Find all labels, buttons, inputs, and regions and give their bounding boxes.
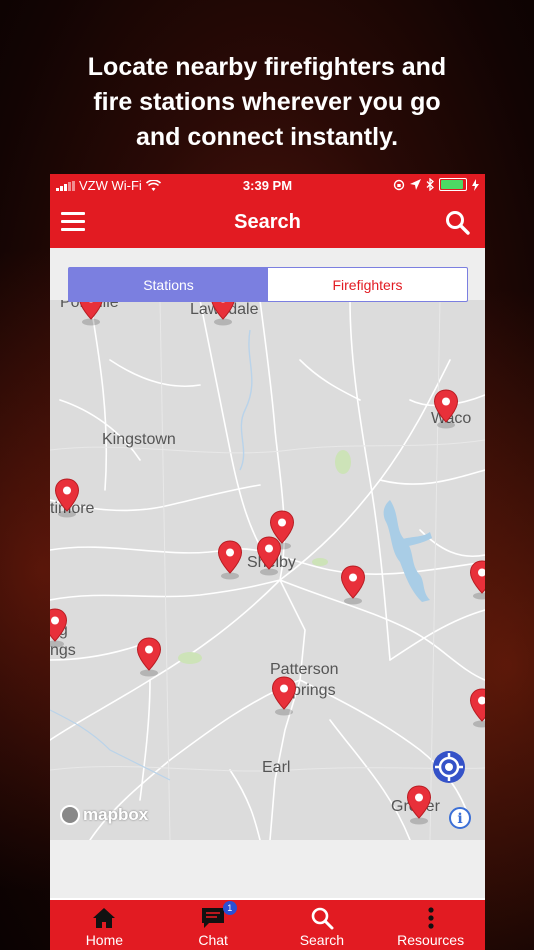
home-icon — [93, 908, 116, 928]
mapbox-logo: mapbox — [60, 805, 148, 825]
battery-icon — [439, 178, 467, 191]
station-pin[interactable] — [406, 785, 432, 825]
tab-search-label: Search — [299, 932, 345, 948]
status-bar: VZW Wi-Fi 3:39 PM — [50, 174, 485, 198]
search-button[interactable] — [443, 208, 473, 238]
station-pin[interactable] — [210, 300, 236, 326]
station-pin[interactable] — [136, 637, 162, 677]
bluetooth-icon — [426, 178, 434, 191]
station-pin[interactable] — [256, 536, 282, 576]
station-pin[interactable] — [433, 389, 459, 429]
tab-home-label: Home — [85, 932, 124, 948]
locate-me-button[interactable] — [432, 750, 466, 784]
location-arrow-icon — [410, 179, 421, 190]
tab-resources[interactable]: Resources — [376, 900, 485, 950]
station-pin[interactable] — [217, 540, 243, 580]
tab-resources-label: Resources — [397, 932, 465, 948]
phone-screen: VZW Wi-Fi 3:39 PM Search Stations Firefi… — [50, 174, 485, 950]
tab-stations[interactable]: Stations — [69, 268, 268, 301]
chat-badge: 1 — [222, 901, 237, 915]
station-pin[interactable] — [469, 688, 485, 728]
mapbox-icon — [60, 805, 80, 825]
bottom-tab-bar: Home 1 Chat Search Resources — [50, 900, 485, 950]
station-pin[interactable] — [469, 560, 485, 600]
station-pin[interactable] — [78, 300, 104, 326]
station-pin[interactable] — [271, 676, 297, 716]
promo-headline: Locate nearby firefighters and fire stat… — [87, 53, 447, 151]
charging-icon — [472, 178, 479, 191]
station-pin[interactable] — [54, 478, 80, 518]
tab-chat[interactable]: 1 Chat — [159, 900, 268, 950]
tab-chat-label: Chat — [198, 932, 228, 948]
station-pin[interactable] — [340, 565, 366, 605]
segmented-control: Stations Firefighters — [68, 267, 468, 302]
page-title: Search — [234, 211, 301, 233]
rotation-lock-icon — [393, 179, 405, 190]
tab-home[interactable]: Home — [50, 900, 159, 950]
content-area: Stations Firefighters Kingstown Waco tim… — [50, 248, 485, 898]
tab-search[interactable]: Search — [268, 900, 377, 950]
app-bar: Search — [50, 198, 485, 248]
map-label-springs: prings — [292, 682, 336, 699]
map-view[interactable]: Polkville Lawndale Kingstown Waco timore… — [50, 300, 485, 840]
map-label-earl: Earl — [262, 759, 291, 776]
map-info-button[interactable]: i — [449, 807, 471, 829]
tab-firefighters[interactable]: Firefighters — [268, 268, 467, 301]
more-vertical-icon — [428, 907, 434, 929]
search-icon — [311, 907, 334, 930]
station-pin[interactable] — [50, 608, 68, 648]
map-label-kingstown: Kingstown — [102, 431, 176, 448]
